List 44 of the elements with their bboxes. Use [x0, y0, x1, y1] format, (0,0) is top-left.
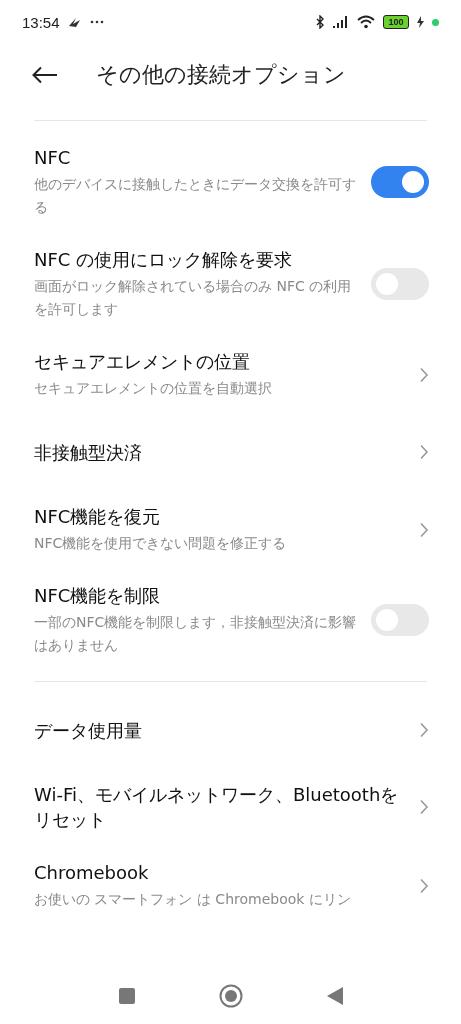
back-nav-button[interactable] — [326, 987, 343, 1005]
chevron-right-icon — [419, 521, 429, 538]
setting-description: 一部のNFC機能を制限します，非接触型決済に影響はありません — [34, 613, 358, 655]
setting-description: お使いの スマートフォン は Chromebook にリン — [34, 890, 352, 909]
chevron-right-icon — [419, 366, 429, 383]
settings-row[interactable]: NFC の使用にロック解除を要求 画面がロック解除されている場合のみ NFC の利用を許可します — [0, 233, 461, 335]
battery-level: 100 — [383, 15, 409, 29]
settings-row[interactable]: NFC 他のデバイスに接触したときにデータ交換を許可する — [0, 131, 461, 233]
settings-row[interactable]: 非接触型決済 — [0, 414, 461, 490]
setting-title: データ使用量 — [34, 718, 143, 743]
settings-row[interactable]: NFC機能を復元 NFC機能を使用できない問題を修正する — [0, 490, 461, 569]
chevron-right-icon — [419, 799, 429, 815]
settings-row[interactable]: データ使用量 — [0, 692, 461, 768]
setting-title: NFC — [34, 146, 72, 170]
setting-description: 他のデバイスに接触したときにデータ交換を許可する — [34, 175, 357, 217]
page-title: その他の接続オプション — [96, 61, 346, 89]
setting-title: NFC機能を制限 — [34, 584, 162, 608]
setting-title: NFC機能を復元 — [34, 505, 162, 529]
setting-title: セキュアエレメントの位置 — [34, 350, 251, 374]
settings-row[interactable]: NFC機能を制限 一部のNFC機能を制限します，非接触型決済に影響はありません — [0, 569, 461, 671]
toggle-switch[interactable] — [371, 166, 429, 198]
setting-title: 非接触型決済 — [34, 440, 143, 465]
chevron-right-icon — [419, 877, 429, 894]
settings-row[interactable]: Chromebook お使いの スマートフォン は Chromebook にリン — [0, 846, 461, 925]
setting-description: セキュアエレメントの位置を自動選択 — [34, 379, 273, 398]
settings-row[interactable]: セキュアエレメントの位置 セキュアエレメントの位置を自動選択 — [0, 335, 461, 414]
more-icon — [89, 20, 104, 24]
setting-title: Wi-Fi、モバイルネットワーク、Bluetoothをリセット — [34, 783, 400, 832]
settings-row[interactable]: Wi-Fi、モバイルネットワーク、Bluetoothをリセット — [0, 768, 461, 846]
setting-description: NFC機能を使用できない問題を修正する — [34, 534, 288, 553]
home-button[interactable] — [218, 984, 243, 1008]
charging-icon — [417, 16, 424, 28]
back-button[interactable] — [32, 66, 58, 84]
status-time: 13:54 — [22, 13, 60, 31]
status-dot-icon — [432, 18, 439, 26]
setting-title: Chromebook — [34, 861, 150, 885]
bluetooth-icon — [316, 15, 325, 29]
chevron-right-icon — [419, 444, 429, 460]
setting-title: NFC の使用にロック解除を要求 — [34, 248, 294, 272]
signal-icon — [333, 16, 349, 28]
chevron-right-icon — [419, 722, 429, 738]
wifi-icon — [357, 15, 375, 29]
recents-button[interactable] — [118, 988, 135, 1004]
setting-description: 画面がロック解除されている場合のみ NFC の利用を許可します — [34, 277, 353, 319]
